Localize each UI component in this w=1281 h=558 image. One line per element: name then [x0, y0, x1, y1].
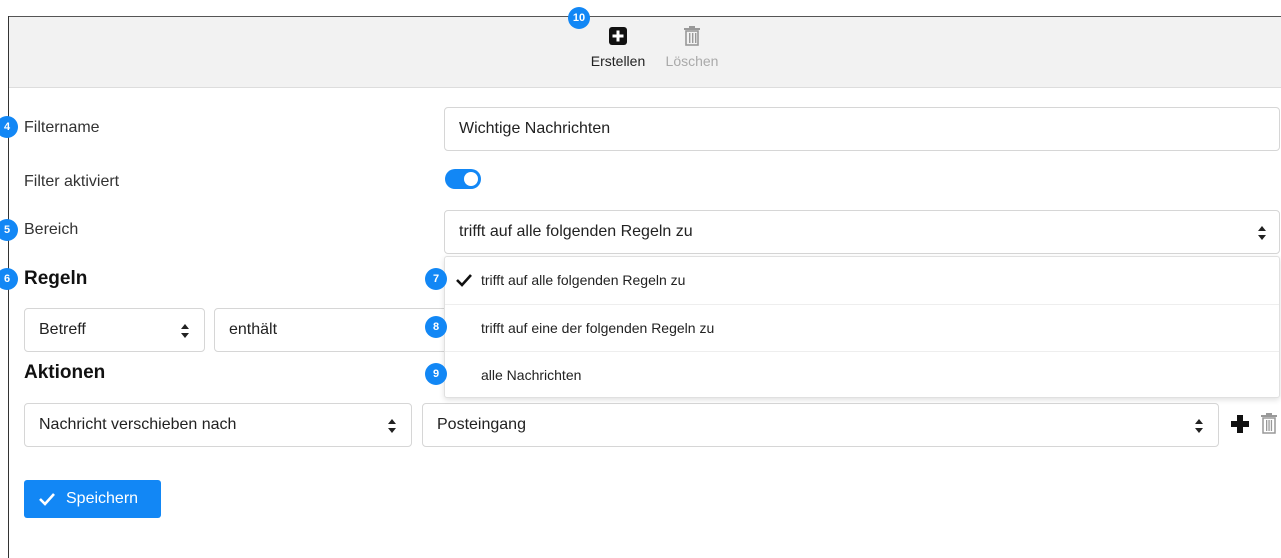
toolbar: Erstellen Löschen: [9, 16, 1281, 88]
scope-option-label: alle Nachrichten: [481, 367, 582, 383]
scope-label: Bereich: [24, 221, 79, 238]
action-select[interactable]: Nachricht verschieben nach: [24, 403, 412, 447]
trash-icon: [684, 26, 700, 46]
rule-field-select[interactable]: Betreff: [24, 308, 205, 352]
sort-arrows-icon: [1195, 419, 1203, 433]
save-button[interactable]: Speichern: [24, 480, 161, 518]
action-value: Nachricht verschieben nach: [39, 416, 237, 433]
scope-option-label: trifft auf alle folgenden Regeln zu: [481, 272, 686, 288]
filter-editor: Erstellen Löschen 10 4 5 6 Filtername Wi…: [0, 0, 1281, 558]
rule-operator-select[interactable]: enthält: [214, 308, 454, 352]
scope-option-all-messages[interactable]: alle Nachrichten: [445, 351, 1279, 398]
filtername-label: Filtername: [24, 119, 100, 136]
remove-action-icon[interactable]: [1259, 412, 1279, 434]
enabled-label: Filter aktiviert: [24, 173, 120, 190]
filtername-value: Wichtige Nachrichten: [459, 120, 611, 137]
target-folder-value: Posteingang: [437, 416, 526, 433]
target-folder-select[interactable]: Posteingang: [422, 403, 1219, 447]
scope-value: trifft auf alle folgenden Regeln zu: [459, 223, 693, 240]
scope-option-any-rule[interactable]: trifft auf eine der folgenden Regeln zu: [445, 304, 1279, 351]
annotation-badge-7: 7: [425, 268, 447, 290]
create-button[interactable]: Erstellen: [583, 25, 653, 69]
annotation-badge-4: 4: [0, 116, 18, 138]
checkmark-icon: [456, 274, 472, 287]
add-action-icon[interactable]: [1230, 414, 1250, 434]
scope-option-label: trifft auf eine der folgenden Regeln zu: [481, 320, 715, 336]
enabled-toggle[interactable]: [445, 169, 481, 189]
checkmark-icon: [39, 493, 55, 506]
sort-arrows-icon: [1258, 226, 1266, 240]
save-label: Speichern: [66, 490, 139, 507]
toggle-knob: [464, 172, 478, 186]
delete-label: Löschen: [665, 53, 719, 69]
sort-arrows-icon: [181, 324, 189, 338]
scope-dropdown-menu: trifft auf alle folgenden Regeln zu trif…: [444, 256, 1280, 398]
sort-arrows-icon: [388, 419, 396, 433]
rules-heading: Regeln: [24, 268, 88, 289]
delete-button[interactable]: Löschen: [659, 25, 725, 69]
annotation-badge-9: 9: [425, 363, 447, 385]
annotation-badge-5: 5: [0, 219, 18, 241]
create-label: Erstellen: [590, 53, 646, 69]
rule-operator-value: enthält: [229, 321, 278, 338]
annotation-badge-6: 6: [0, 268, 18, 290]
scope-select[interactable]: trifft auf alle folgenden Regeln zu: [444, 210, 1280, 254]
filtername-input[interactable]: Wichtige Nachrichten: [444, 107, 1280, 151]
annotation-badge-8: 8: [425, 316, 447, 338]
rule-field-value: Betreff: [39, 321, 86, 338]
scope-option-all-rules[interactable]: trifft auf alle folgenden Regeln zu: [445, 257, 1279, 304]
actions-heading: Aktionen: [24, 362, 106, 383]
annotation-badge-10: 10: [568, 7, 590, 29]
plus-square-icon: [609, 27, 627, 45]
